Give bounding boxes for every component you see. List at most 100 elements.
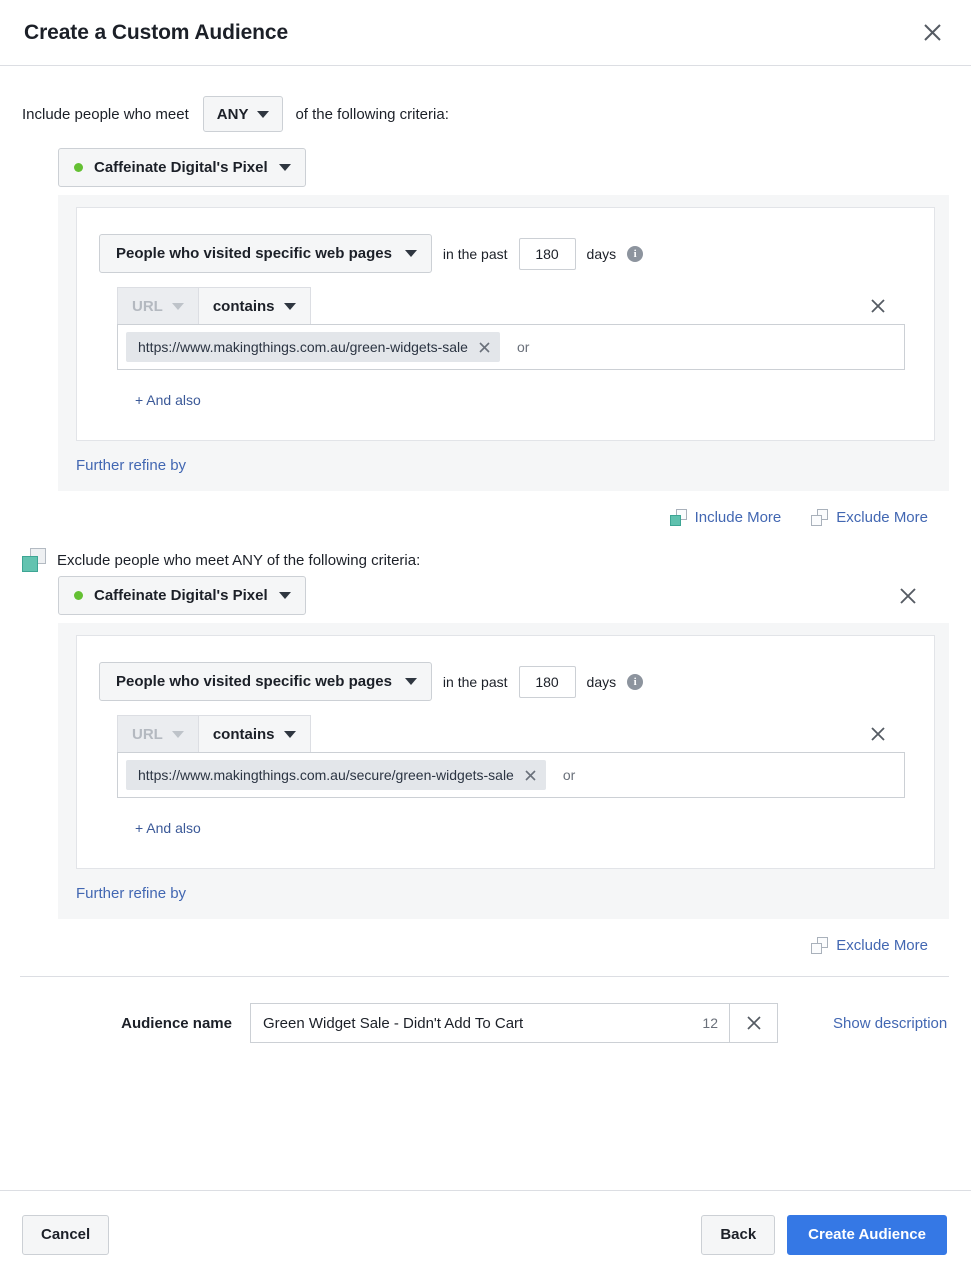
exclude-pixel-name: Caffeinate Digital's Pixel bbox=[94, 587, 268, 604]
include-event-label: People who visited specific web pages bbox=[116, 245, 392, 262]
include-url-token-text: https://www.makingthings.com.au/green-wi… bbox=[138, 339, 468, 355]
chevron-down-icon bbox=[257, 110, 270, 118]
include-operator-label: contains bbox=[212, 297, 275, 315]
exclude-filter-head: URL contains bbox=[117, 715, 914, 752]
include-intro-suffix: of the following criteria: bbox=[295, 105, 449, 123]
exclude-event-label: People who visited specific web pages bbox=[116, 673, 392, 690]
include-event-dropdown[interactable]: People who visited specific web pages bbox=[99, 234, 432, 273]
chevron-down-icon bbox=[283, 302, 296, 310]
dialog-footer: Cancel Back Create Audience bbox=[0, 1190, 971, 1278]
exclude-url-token-text: https://www.makingthings.com.au/secure/g… bbox=[138, 767, 514, 783]
exclude-rule-section: Caffeinate Digital's Pixel People who vi… bbox=[20, 576, 949, 919]
include-criteria-card: People who visited specific web pages in… bbox=[76, 207, 935, 441]
exclude-more-icon bbox=[811, 937, 829, 954]
include-days-label: days bbox=[586, 245, 617, 262]
include-url-input[interactable]: https://www.makingthings.com.au/green-wi… bbox=[117, 324, 905, 370]
exclude-filter-block: URL contains https://www.makingthings.co… bbox=[99, 715, 914, 838]
exclude-further-refine-link[interactable]: Further refine by bbox=[76, 885, 186, 902]
close-icon bbox=[525, 769, 536, 781]
include-field-dropdown[interactable]: URL bbox=[117, 287, 199, 324]
close-icon bbox=[479, 341, 490, 353]
info-icon[interactable]: i bbox=[627, 673, 644, 690]
exclude-header-text: Exclude people who meet ANY of the follo… bbox=[57, 551, 421, 569]
chevron-down-icon bbox=[404, 250, 417, 257]
include-condition-row: People who visited specific web pages in… bbox=[99, 234, 914, 273]
chevron-down-icon bbox=[171, 302, 184, 310]
close-dialog-button[interactable] bbox=[915, 16, 949, 50]
match-operator-dropdown[interactable]: ANY bbox=[202, 96, 284, 132]
exclude-more-label: Exclude More bbox=[836, 937, 928, 954]
include-and-also-link[interactable]: + And also bbox=[135, 392, 201, 408]
close-icon bbox=[900, 587, 916, 604]
exclude-more-button[interactable]: Exclude More bbox=[811, 509, 928, 526]
exclude-more-links-row: Exclude More bbox=[20, 921, 949, 954]
audience-name-label: Audience name bbox=[121, 1014, 232, 1032]
chevron-down-icon bbox=[283, 730, 296, 738]
include-filter-block: URL contains https://www.makingthings.co… bbox=[99, 287, 914, 410]
include-url-token-remove-button[interactable] bbox=[478, 341, 491, 354]
close-icon bbox=[746, 1016, 761, 1030]
exclude-section-header: Exclude people who meet ANY of the follo… bbox=[20, 526, 949, 576]
include-intro-prefix: Include people who meet bbox=[22, 105, 189, 123]
close-icon bbox=[871, 726, 885, 741]
close-icon bbox=[871, 298, 885, 313]
include-pixel-dropdown[interactable]: Caffeinate Digital's Pixel bbox=[58, 148, 306, 187]
dialog-body: Include people who meet ANY of the follo… bbox=[0, 66, 971, 1067]
chevron-down-icon bbox=[171, 730, 184, 738]
close-icon bbox=[923, 24, 941, 41]
exclude-filter-remove-button[interactable] bbox=[864, 720, 892, 748]
include-filter-remove-button[interactable] bbox=[864, 292, 892, 320]
include-pixel-name: Caffeinate Digital's Pixel bbox=[94, 159, 268, 176]
dialog-header: Create a Custom Audience bbox=[0, 0, 971, 66]
exclude-url-input[interactable]: https://www.makingthings.com.au/secure/g… bbox=[117, 752, 905, 798]
include-days-input[interactable] bbox=[518, 237, 576, 270]
audience-name-section: Audience name 12 Show description bbox=[20, 976, 949, 1067]
exclude-field-label: URL bbox=[132, 725, 163, 743]
exclude-or-label: or bbox=[562, 767, 576, 783]
exclude-pixel-dropdown[interactable]: Caffeinate Digital's Pixel bbox=[58, 576, 306, 615]
include-url-token: https://www.makingthings.com.au/green-wi… bbox=[126, 332, 500, 362]
include-more-label: Include More bbox=[694, 509, 782, 526]
exclude-criteria-panel: People who visited specific web pages in… bbox=[58, 623, 949, 919]
include-field-label: URL bbox=[132, 297, 163, 315]
exclude-in-the-past-label: in the past bbox=[442, 673, 508, 690]
include-operator-dropdown[interactable]: contains bbox=[198, 287, 311, 324]
audience-name-clear-button[interactable] bbox=[729, 1004, 777, 1042]
exclude-more-icon bbox=[811, 509, 829, 526]
exclude-days-input[interactable] bbox=[518, 665, 576, 698]
exclude-pixel-row: Caffeinate Digital's Pixel bbox=[20, 576, 949, 615]
footer-actions: Back Create Audience bbox=[701, 1214, 947, 1255]
include-further-refine-link[interactable]: Further refine by bbox=[76, 457, 186, 474]
include-intro-row: Include people who meet ANY of the follo… bbox=[20, 66, 949, 148]
pixel-status-dot-icon bbox=[74, 163, 83, 172]
exclude-event-dropdown[interactable]: People who visited specific web pages bbox=[99, 662, 432, 701]
exclude-and-also-link[interactable]: + And also bbox=[135, 820, 201, 836]
audience-name-field-wrap: 12 bbox=[250, 1003, 778, 1043]
exclude-url-token-remove-button[interactable] bbox=[524, 769, 537, 782]
create-audience-button[interactable]: Create Audience bbox=[787, 1214, 947, 1255]
exclude-more-label: Exclude More bbox=[836, 509, 928, 526]
include-rule-section: Caffeinate Digital's Pixel People who vi… bbox=[20, 148, 949, 491]
include-filter-head: URL contains bbox=[117, 287, 914, 324]
cancel-button[interactable]: Cancel bbox=[22, 1214, 110, 1255]
back-button[interactable]: Back bbox=[701, 1214, 776, 1255]
exclude-group-remove-button[interactable] bbox=[893, 581, 923, 611]
exclude-operator-label: contains bbox=[212, 725, 275, 743]
audience-name-input[interactable] bbox=[251, 1004, 699, 1042]
exclude-url-token: https://www.makingthings.com.au/secure/g… bbox=[126, 760, 546, 790]
chevron-down-icon bbox=[278, 592, 291, 599]
exclude-field-dropdown[interactable]: URL bbox=[117, 715, 199, 752]
info-icon[interactable]: i bbox=[627, 245, 644, 262]
exclude-operator-dropdown[interactable]: contains bbox=[198, 715, 311, 752]
include-pixel-row: Caffeinate Digital's Pixel bbox=[20, 148, 949, 187]
page-title: Create a Custom Audience bbox=[24, 20, 289, 44]
exclude-more-button-secondary[interactable]: Exclude More bbox=[811, 937, 928, 954]
exclude-days-label: days bbox=[586, 673, 617, 690]
chevron-down-icon bbox=[404, 678, 417, 685]
exclude-criteria-card: People who visited specific web pages in… bbox=[76, 635, 935, 869]
show-description-link[interactable]: Show description bbox=[833, 1015, 947, 1032]
include-more-links-row: Include More Exclude More bbox=[20, 493, 949, 526]
pixel-status-dot-icon bbox=[74, 591, 83, 600]
include-more-button[interactable]: Include More bbox=[669, 509, 782, 526]
chevron-down-icon bbox=[278, 164, 291, 171]
